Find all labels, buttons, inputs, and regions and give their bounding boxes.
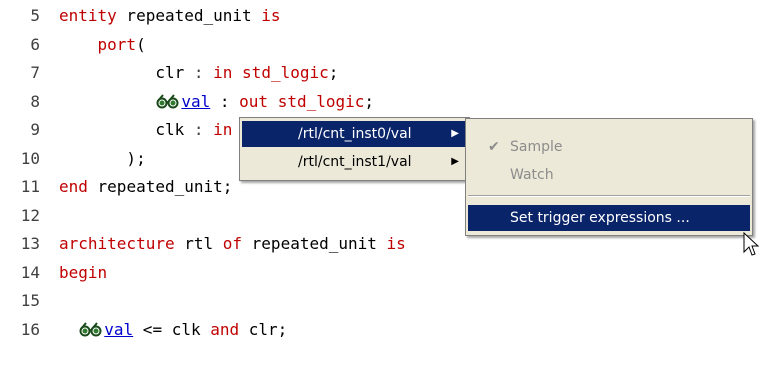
mouse-pointer-icon xyxy=(743,232,759,256)
code-line: 6 port( xyxy=(0,31,145,59)
code-line: 11 end repeated_unit; xyxy=(0,173,233,201)
keyword-token: architecture xyxy=(59,234,175,253)
line-number: 9 xyxy=(30,120,40,139)
code-token: ; xyxy=(328,63,339,82)
code-line: 12 xyxy=(0,202,40,230)
code-text: end repeated_unit; xyxy=(59,173,232,201)
code-line: 8 val : out std_logic; xyxy=(0,88,374,116)
code-text: entity repeated_unit is xyxy=(59,2,281,30)
code-token: ; xyxy=(364,91,375,111)
keyword-token: of xyxy=(222,234,243,253)
check-icon: ✔ xyxy=(488,139,500,155)
code-token: clr; xyxy=(239,319,288,339)
code-token: ( xyxy=(136,34,146,54)
code-token: : xyxy=(193,63,204,82)
code-text: clr : in std_logic; xyxy=(59,59,338,87)
keyword-token: entity xyxy=(59,6,117,25)
code-token: repeated_unit; xyxy=(87,177,233,196)
code-line: 9 clk : in std_logic xyxy=(0,116,328,144)
keyword-token: port xyxy=(97,34,137,54)
menu-item-cnt-inst0-val[interactable]: /rtl/cnt_inst0/val ▶ xyxy=(242,121,467,147)
menu-item-label: Set trigger expressions ... xyxy=(510,210,690,226)
line-number: 15 xyxy=(20,291,40,310)
submenu-arrow-icon: ▶ xyxy=(451,128,459,139)
line-number: 14 xyxy=(20,262,40,282)
code-token: repeated_unit xyxy=(116,6,262,25)
glasses-icon[interactable] xyxy=(78,318,104,336)
code-line: 15 xyxy=(0,287,40,315)
code-line: 7 clr : in std_logic; xyxy=(0,59,338,87)
submenu-arrow-icon: ▶ xyxy=(451,156,459,167)
code-token: clk xyxy=(59,120,194,139)
menu-separator xyxy=(468,195,750,197)
menu-item-cnt-inst1-val[interactable]: /rtl/cnt_inst1/val ▶ xyxy=(242,149,467,175)
menu-item-sample[interactable]: ✔ Sample xyxy=(468,134,750,160)
signal-link[interactable]: val xyxy=(181,92,210,111)
menu-item-label: Sample xyxy=(510,139,563,155)
keyword-token: std_logic xyxy=(242,63,329,82)
keyword-token: end xyxy=(59,177,88,196)
code-text: begin xyxy=(59,259,107,287)
code-text: architecture rtl of repeated_unit is xyxy=(59,230,406,258)
line-number: 6 xyxy=(30,34,40,54)
keyword-token: in xyxy=(213,63,233,82)
line-number: 10 xyxy=(20,148,40,168)
code-line: 13 architecture rtl of repeated_unit is xyxy=(0,230,406,258)
line-number: 7 xyxy=(30,63,40,82)
line-number: 11 xyxy=(20,177,40,196)
line-number: 12 xyxy=(20,205,40,225)
menu-item-watch[interactable]: Watch xyxy=(468,162,750,188)
code-line: 14 begin xyxy=(0,259,107,287)
keyword-token: is xyxy=(386,234,406,253)
code-text: val : out std_logic; xyxy=(59,88,374,116)
signal-submenu: ✔ Sample Watch Set trigger expressions .… xyxy=(465,118,753,236)
menu-item-label: /rtl/cnt_inst0/val xyxy=(298,126,412,142)
code-token: repeated_unit xyxy=(242,234,387,253)
code-token: ); xyxy=(59,148,146,168)
keyword-token: begin xyxy=(59,262,108,282)
code-text: port( xyxy=(59,31,146,59)
menu-item-label: Watch xyxy=(510,167,554,183)
signal-link[interactable]: val xyxy=(104,320,133,339)
code-token: <= clk xyxy=(133,319,211,339)
signal-context-menu: /rtl/cnt_inst0/val ▶ /rtl/cnt_inst1/val … xyxy=(239,117,470,181)
code-line: 5 entity repeated_unit is xyxy=(0,2,280,30)
code-line: 10 ); xyxy=(0,145,146,173)
code-token: clr xyxy=(59,63,194,82)
code-text: ); xyxy=(59,145,146,173)
keyword-token: is xyxy=(261,6,281,25)
code-text: val <= clk and clr; xyxy=(59,316,287,344)
menu-item-label: /rtl/cnt_inst1/val xyxy=(298,154,412,170)
line-number: 5 xyxy=(30,6,40,25)
line-number: 13 xyxy=(20,234,40,253)
code-token: rtl xyxy=(174,234,223,253)
glasses-icon[interactable] xyxy=(155,90,181,108)
keyword-token: and xyxy=(210,319,240,339)
menu-item-set-trigger-expressions[interactable]: Set trigger expressions ... xyxy=(468,205,750,231)
code-token: : xyxy=(210,91,240,111)
code-line: 16 val <= clk and clr; xyxy=(0,316,288,344)
line-number: 16 xyxy=(20,319,40,339)
keyword-token: std_logic xyxy=(277,91,365,111)
line-number: 8 xyxy=(30,91,40,111)
keyword-token: in xyxy=(213,120,233,139)
keyword-token: out xyxy=(239,91,269,111)
code-token: : xyxy=(193,120,204,139)
